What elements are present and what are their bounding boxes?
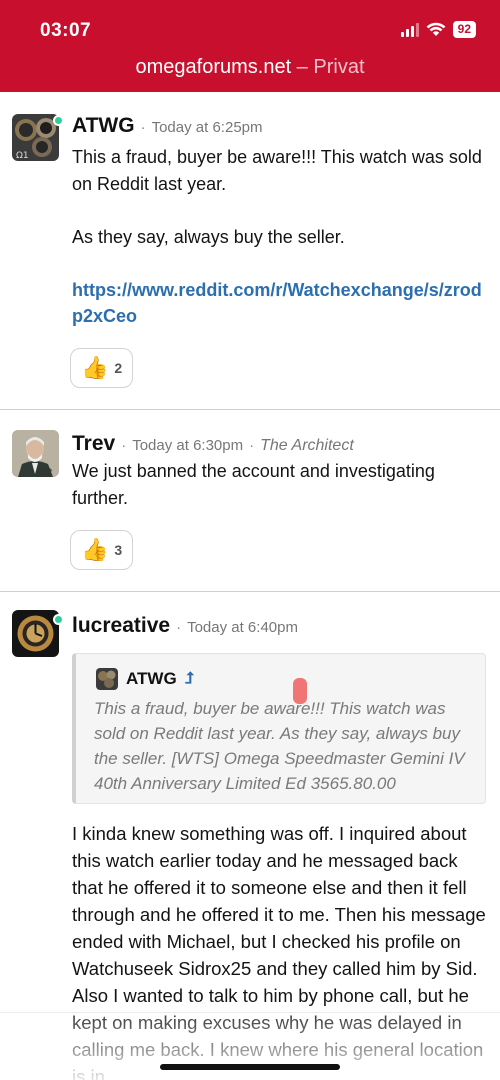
post-body: We just banned the account and investiga… — [72, 458, 490, 511]
wifi-icon — [426, 22, 446, 36]
address-separator: – — [291, 56, 314, 78]
quoted-post[interactable]: ATWG ⮥ This a fraud, buyer be aware!!! T… — [72, 653, 486, 804]
post-trev: Ω2 Trev · Today at 6:30pm · The Architec… — [0, 410, 500, 592]
reaction-count: 3 — [114, 542, 123, 558]
address-bar[interactable]: omegaforums.net – Privat — [0, 56, 500, 79]
portrait-avatar-icon[interactable]: Ω2 — [12, 430, 59, 477]
post-paragraph: This a fraud, buyer be aware!!! This wat… — [72, 147, 482, 194]
quote-header: ATWG ⮥ — [96, 668, 194, 690]
thumbs-up-icon: 👍 — [81, 355, 109, 380]
post-paragraph: We just banned the account and investiga… — [72, 461, 435, 508]
watch-dial-avatar-icon[interactable] — [12, 610, 59, 657]
home-indicator[interactable] — [160, 1064, 340, 1070]
svg-text:Ω1: Ω1 — [16, 151, 29, 161]
post-body: This a fraud, buyer be aware!!! This wat… — [72, 144, 490, 330]
post-time[interactable]: Today at 6:40pm — [187, 619, 298, 636]
online-indicator — [53, 614, 64, 625]
online-indicator — [53, 115, 64, 126]
reaction-button[interactable]: 👍 2 — [70, 348, 134, 388]
thumbs-up-icon: 👍 — [81, 537, 109, 562]
post-atwg: Ω1 ATWG · Today at 6:25pm This a fraud, … — [0, 92, 500, 410]
reddit-link[interactable]: https://www.reddit.com/r/Watchexchange/s… — [72, 277, 490, 330]
battery-indicator: 92 — [452, 21, 476, 38]
jump-to-post-icon[interactable]: ⮥ — [185, 670, 194, 688]
user-title: The Architect — [260, 437, 354, 454]
post-paragraph: As they say, always buy the seller. — [72, 226, 345, 247]
post-username[interactable]: lucreative — [72, 614, 170, 638]
red-overlay-mark — [293, 678, 307, 704]
browser-top-bar: 03:07 92 omegaforums.net – Privat — [0, 0, 500, 92]
browsing-mode-label: Privat — [313, 56, 365, 78]
post-time[interactable]: Today at 6:25pm — [152, 119, 263, 136]
meta-separator: · — [140, 119, 146, 136]
quote-avatar-icon — [96, 668, 118, 690]
reaction-button[interactable]: 👍 3 — [70, 530, 134, 570]
cellular-signal-icon — [400, 22, 419, 37]
quote-text: This a fraud, buyer be aware!!! This wat… — [94, 699, 465, 793]
post-meta: lucreative · Today at 6:40pm — [72, 614, 298, 638]
svg-text:Ω2: Ω2 — [40, 468, 53, 477]
meta-separator: · — [121, 437, 127, 454]
post-username[interactable]: Trev — [72, 432, 115, 456]
post-meta: ATWG · Today at 6:25pm — [72, 114, 263, 138]
status-icons: 92 — [400, 21, 476, 38]
meta-separator: · — [249, 437, 255, 454]
quote-username[interactable]: ATWG — [126, 669, 177, 689]
reaction-count: 2 — [114, 360, 123, 376]
address-domain: omegaforums.net — [135, 56, 292, 78]
post-username[interactable]: ATWG — [72, 114, 135, 138]
meta-separator: · — [176, 619, 182, 636]
status-time: 03:07 — [40, 20, 92, 41]
post-time[interactable]: Today at 6:30pm — [132, 437, 243, 454]
watch-avatar-icon[interactable]: Ω1 — [12, 114, 59, 161]
post-meta: Trev · Today at 6:30pm · The Architect — [72, 432, 354, 456]
